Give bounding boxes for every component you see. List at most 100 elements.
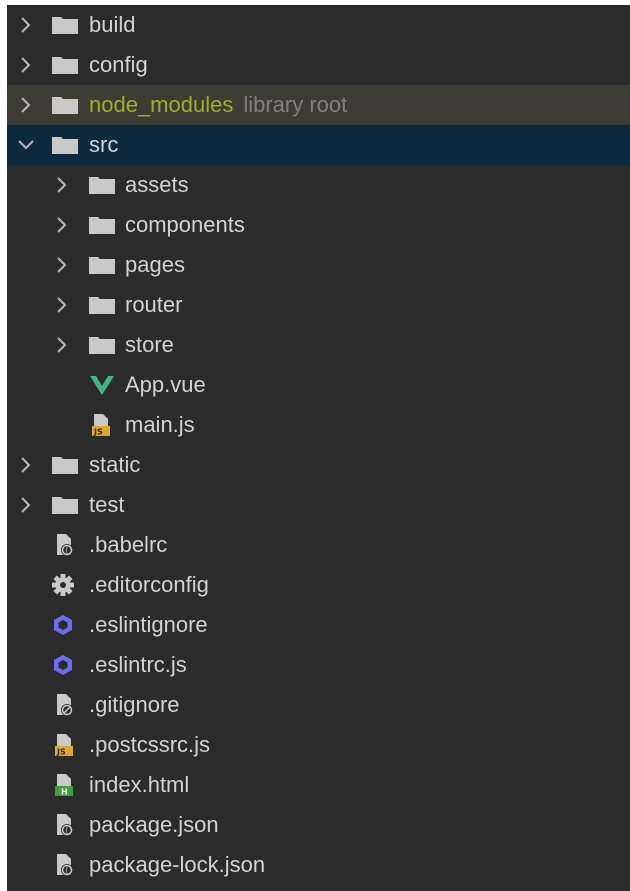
tree-item-name: .eslintrc.js [89, 652, 187, 677]
tree-item-label: config [89, 52, 148, 78]
svg-text:{}: {} [65, 547, 74, 555]
file-eslintrc-js[interactable]: .eslintrc.js [7, 645, 630, 685]
file-package-lock-json[interactable]: {} package-lock.json [7, 845, 630, 885]
tree-item-name: node_modules [89, 92, 234, 117]
tree-item-name: index.html [89, 772, 190, 797]
eslint-icon [51, 613, 79, 637]
tree-item-label: src [89, 132, 118, 158]
chevron-right-icon[interactable] [51, 294, 73, 316]
svg-text:{}: {} [65, 827, 74, 835]
tree-item-label: .postcssrc.js [89, 732, 210, 758]
tree-item-name: src [89, 132, 119, 157]
file-app-vue[interactable]: App.vue [7, 365, 630, 405]
svg-text:H: H [61, 788, 68, 797]
tree-item-label: router [125, 292, 182, 318]
tree-item-label: .eslintignore [89, 612, 208, 638]
tree-item-label: index.html [89, 772, 189, 798]
tree-item-label: .gitignore [89, 692, 180, 718]
folder-icon [88, 253, 116, 277]
file-postcssrc-js[interactable]: JS .postcssrc.js [7, 725, 630, 765]
folder-router[interactable]: router [7, 285, 630, 325]
folder-store[interactable]: store [7, 325, 630, 365]
folder-pages[interactable]: pages [7, 245, 630, 285]
tree-item-label: components [125, 212, 245, 238]
chevron-down-icon[interactable] [15, 134, 37, 156]
folder-icon [51, 13, 79, 37]
js-file-icon: JS [51, 733, 79, 757]
tree-item-name: assets [125, 172, 189, 197]
tree-item-name: router [125, 292, 183, 317]
tree-item-label: pages [125, 252, 185, 278]
json-config-file-icon: {} [51, 853, 79, 877]
folder-static[interactable]: static [7, 445, 630, 485]
chevron-right-icon[interactable] [15, 494, 37, 516]
folder-icon [88, 213, 116, 237]
html-file-icon: H [51, 773, 79, 797]
tree-item-name: static [89, 452, 141, 477]
tree-item-name: App.vue [125, 372, 206, 397]
chevron-right-icon[interactable] [15, 454, 37, 476]
eslint-icon [51, 653, 79, 677]
tree-item-name: config [89, 52, 148, 77]
folder-icon [51, 133, 79, 157]
folder-test[interactable]: test [7, 485, 630, 525]
tree-item-label: main.js [125, 412, 195, 438]
svg-text:{}: {} [65, 867, 74, 875]
chevron-right-icon[interactable] [15, 94, 37, 116]
chevron-right-icon[interactable] [15, 14, 37, 36]
file-package-json[interactable]: {} package.json [7, 805, 630, 845]
tree-item-name: package.json [89, 812, 219, 837]
chevron-right-icon[interactable] [51, 174, 73, 196]
chevron-right-icon[interactable] [51, 214, 73, 236]
file-editorconfig[interactable]: .editorconfig [7, 565, 630, 605]
tree-item-label: .babelrc [89, 532, 167, 558]
folder-icon [88, 333, 116, 357]
file-index-html[interactable]: Hindex.html [7, 765, 630, 805]
tree-item-label: package-lock.json [89, 852, 265, 878]
js-file-icon: JS [88, 413, 116, 437]
tree-item-name: .eslintignore [89, 612, 208, 637]
gear-icon [51, 573, 79, 597]
folder-node-modules[interactable]: node_modules library root [7, 85, 630, 125]
folder-icon [51, 53, 79, 77]
ignore-file-icon [51, 693, 79, 717]
folder-components[interactable]: components [7, 205, 630, 245]
tree-item-name: package-lock.json [89, 852, 266, 877]
folder-src[interactable]: src [7, 125, 630, 165]
file-eslintignore[interactable]: .eslintignore [7, 605, 630, 645]
file-babelrc[interactable]: {} .babelrc [7, 525, 630, 565]
chevron-right-icon[interactable] [51, 334, 73, 356]
folder-icon [51, 93, 79, 117]
tree-item-name: .gitignore [89, 692, 180, 717]
json-config-file-icon: {} [51, 533, 79, 557]
file-main-js[interactable]: JS main.js [7, 405, 630, 445]
tree-item-label: store [125, 332, 174, 358]
tree-item-name: components [125, 212, 245, 237]
tree-item-label: node_modules library root [89, 92, 347, 118]
tree-item-label: .editorconfig [89, 572, 209, 598]
chevron-right-icon[interactable] [15, 54, 37, 76]
tree-item-label: App.vue [125, 372, 206, 398]
folder-icon [88, 173, 116, 197]
library-root-hint: library root [243, 92, 348, 117]
folder-assets[interactable]: assets [7, 165, 630, 205]
tree-item-label: static [89, 452, 140, 478]
json-config-file-icon: {} [51, 813, 79, 837]
tree-item-name: build [89, 12, 136, 37]
folder-build[interactable]: build [7, 5, 630, 45]
vue-file-icon [88, 373, 116, 397]
tree-item-name: .babelrc [89, 532, 168, 557]
folder-icon [51, 453, 79, 477]
tree-item-name: .editorconfig [89, 572, 209, 597]
chevron-right-icon[interactable] [51, 254, 73, 276]
folder-config[interactable]: config [7, 45, 630, 85]
file-gitignore[interactable]: .gitignore [7, 685, 630, 725]
svg-text:JS: JS [93, 428, 103, 437]
folder-icon [51, 493, 79, 517]
tree-item-name: main.js [125, 412, 195, 437]
tree-item-name: pages [125, 252, 185, 277]
tree-item-label: .eslintrc.js [89, 652, 187, 678]
tree-item-label: assets [125, 172, 189, 198]
tree-item-label: build [89, 12, 135, 38]
tree-item-name: .postcssrc.js [89, 732, 211, 757]
